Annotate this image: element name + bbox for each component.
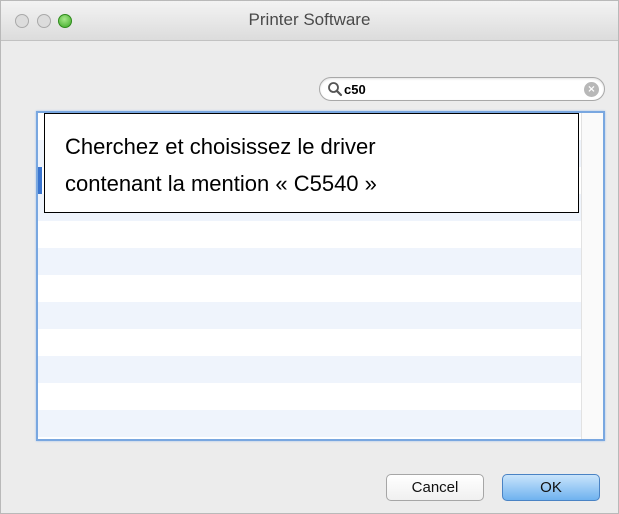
list-item[interactable] bbox=[38, 383, 582, 410]
instruction-callout: Cherchez et choisissez le driver contena… bbox=[44, 113, 579, 213]
list-item[interactable] bbox=[38, 302, 582, 329]
list-item[interactable] bbox=[38, 410, 582, 437]
selected-row-indicator bbox=[38, 167, 42, 194]
list-item[interactable] bbox=[38, 275, 582, 302]
list-scrollbar[interactable] bbox=[581, 113, 603, 439]
window-title: Printer Software bbox=[248, 10, 371, 29]
callout-line-1: Cherchez et choisissez le driver bbox=[65, 134, 376, 159]
callout-line-2: contenant la mention « C5540 » bbox=[65, 171, 377, 196]
clear-search-icon[interactable]: × bbox=[584, 82, 599, 97]
list-item[interactable] bbox=[38, 221, 582, 248]
search-field[interactable]: × bbox=[319, 77, 605, 101]
printer-software-dialog: Printer Software × Cherchez et choisis bbox=[0, 0, 619, 514]
title-bar[interactable]: Printer Software bbox=[1, 1, 618, 41]
cancel-button[interactable]: Cancel bbox=[386, 474, 484, 501]
ok-button[interactable]: OK bbox=[502, 474, 600, 501]
list-item[interactable] bbox=[38, 329, 582, 356]
search-input[interactable] bbox=[344, 80, 574, 98]
list-item[interactable] bbox=[38, 248, 582, 275]
list-item[interactable] bbox=[38, 356, 582, 383]
magnifier-icon bbox=[328, 82, 343, 97]
